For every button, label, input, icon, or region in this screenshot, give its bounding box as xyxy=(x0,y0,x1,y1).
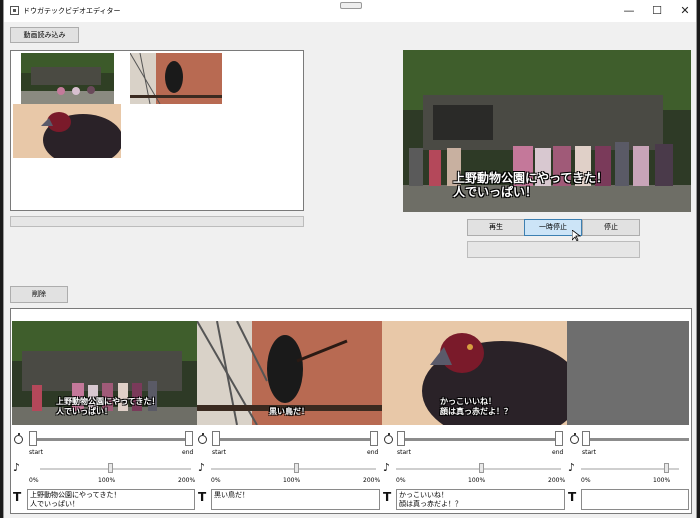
end-label: end xyxy=(552,449,564,456)
timeline-clip-empty[interactable] xyxy=(567,321,689,425)
delete-button[interactable]: 削除 xyxy=(10,286,68,303)
video-preview[interactable]: 上野動物公園にやってきた！ 人でいっぱい！ xyxy=(403,50,691,212)
trim-start-handle[interactable] xyxy=(397,431,405,446)
clip-controls: start end ♪ 0% 100% 200% T 上野動物公園にやってきた！… xyxy=(12,428,197,510)
load-video-button[interactable]: 動画読み込み xyxy=(10,27,79,43)
clip-subtitle: 黒い鳥だ！ xyxy=(269,407,309,416)
volume-min-label: 0% xyxy=(29,477,39,484)
window-title: ドウガテックビデオエディター xyxy=(23,7,121,15)
drag-grip-icon[interactable] xyxy=(340,2,362,9)
timeline-clip[interactable]: 黒い鳥だ！ xyxy=(197,321,382,425)
volume-max-label: 200% xyxy=(178,477,196,484)
clip-controls: start end ♪ 0% 100% 200% T 黒い鳥だ！ xyxy=(197,428,382,510)
trim-end-handle[interactable] xyxy=(555,431,563,446)
subtitle-text-field[interactable]: 上野動物公園にやってきた！ 人でいっぱい！ xyxy=(27,489,195,510)
start-label: start xyxy=(212,449,226,456)
start-label: start xyxy=(582,449,596,456)
load-progress-bar xyxy=(10,216,304,227)
clip-subtitle: 上野動物公園にやってきた！ 人でいっぱい！ xyxy=(56,397,160,416)
volume-mid-label: 100% xyxy=(653,477,671,484)
trim-range xyxy=(34,438,188,441)
play-button[interactable]: 再生 xyxy=(467,219,525,236)
clip-subtitle: かっこいいね！ 顔は真っ赤だよ！？ xyxy=(440,397,512,416)
media-pool[interactable] xyxy=(10,50,304,211)
playback-progress-bar[interactable] xyxy=(467,241,640,258)
volume-handle[interactable] xyxy=(664,463,669,473)
volume-handle[interactable] xyxy=(108,463,113,473)
preview-subtitle: 上野動物公園にやってきた！ 人でいっぱい！ xyxy=(453,171,609,200)
trim-start-handle[interactable] xyxy=(582,431,590,446)
timeline-clip[interactable]: かっこいいね！ 顔は真っ赤だよ！？ xyxy=(382,321,567,425)
stop-button[interactable]: 停止 xyxy=(582,219,640,236)
end-label: end xyxy=(182,449,194,456)
music-note-icon: ♪ xyxy=(13,461,21,474)
title-bar[interactable]: ドウガテックビデオエディター — ☐ ✕ xyxy=(4,0,696,22)
subtitle-text-field[interactable]: 黒い鳥だ！ xyxy=(211,489,380,510)
volume-max-label: 200% xyxy=(363,477,381,484)
stopwatch-icon xyxy=(198,433,207,444)
media-thumb-park[interactable] xyxy=(21,53,114,104)
media-thumb-cage[interactable] xyxy=(130,53,222,104)
trim-start-handle[interactable] xyxy=(29,431,37,446)
volume-track[interactable] xyxy=(40,468,191,470)
volume-min-label: 0% xyxy=(581,477,591,484)
cage-thumbnail-image xyxy=(130,53,222,104)
start-label: start xyxy=(29,449,43,456)
stopwatch-icon xyxy=(384,433,393,444)
app-icon xyxy=(10,6,19,15)
volume-max-label: 200% xyxy=(548,477,566,484)
subtitle-text-field[interactable] xyxy=(581,489,689,510)
volume-handle[interactable] xyxy=(479,463,484,473)
text-icon: T xyxy=(383,490,392,504)
maximize-button[interactable]: ☐ xyxy=(650,4,664,18)
clip-controls: start end ♪ 0% 100% 200% T かっこいいね！ 顔は真っ赤… xyxy=(382,428,579,510)
trim-range xyxy=(217,438,373,441)
volume-mid-label: 100% xyxy=(283,477,301,484)
music-note-icon: ♪ xyxy=(198,461,206,474)
minimize-button[interactable]: — xyxy=(622,4,636,18)
close-button[interactable]: ✕ xyxy=(678,4,692,18)
stopwatch-icon xyxy=(14,433,23,444)
timeline-clip[interactable]: 上野動物公園にやってきた！ 人でいっぱい！ xyxy=(12,321,197,425)
start-label: start xyxy=(397,449,411,456)
music-note-icon: ♪ xyxy=(383,461,391,474)
text-icon: T xyxy=(198,490,207,504)
subtitle-text-field[interactable]: かっこいいね！ 顔は真っ赤だよ！？ xyxy=(396,489,565,510)
volume-mid-label: 100% xyxy=(468,477,486,484)
trim-range xyxy=(402,438,558,441)
volume-min-label: 0% xyxy=(211,477,221,484)
trim-start-handle[interactable] xyxy=(212,431,220,446)
music-note-icon: ♪ xyxy=(568,461,576,474)
trim-end-handle[interactable] xyxy=(370,431,378,446)
trim-end-handle[interactable] xyxy=(185,431,193,446)
park-thumbnail-image xyxy=(21,53,114,104)
end-label: end xyxy=(367,449,379,456)
clip-controls: start ♪ 0% 100% T xyxy=(567,428,691,510)
app-window: ドウガテックビデオエディター — ☐ ✕ 動画読み込み 上野動物公園にやってきた… xyxy=(3,0,697,518)
volume-mid-label: 100% xyxy=(98,477,116,484)
text-icon: T xyxy=(568,490,577,504)
bird-thumbnail-image xyxy=(13,104,121,158)
volume-min-label: 0% xyxy=(396,477,406,484)
volume-handle[interactable] xyxy=(294,463,299,473)
media-thumb-bird[interactable] xyxy=(13,104,121,158)
trim-range xyxy=(585,438,689,441)
text-icon: T xyxy=(13,490,22,504)
